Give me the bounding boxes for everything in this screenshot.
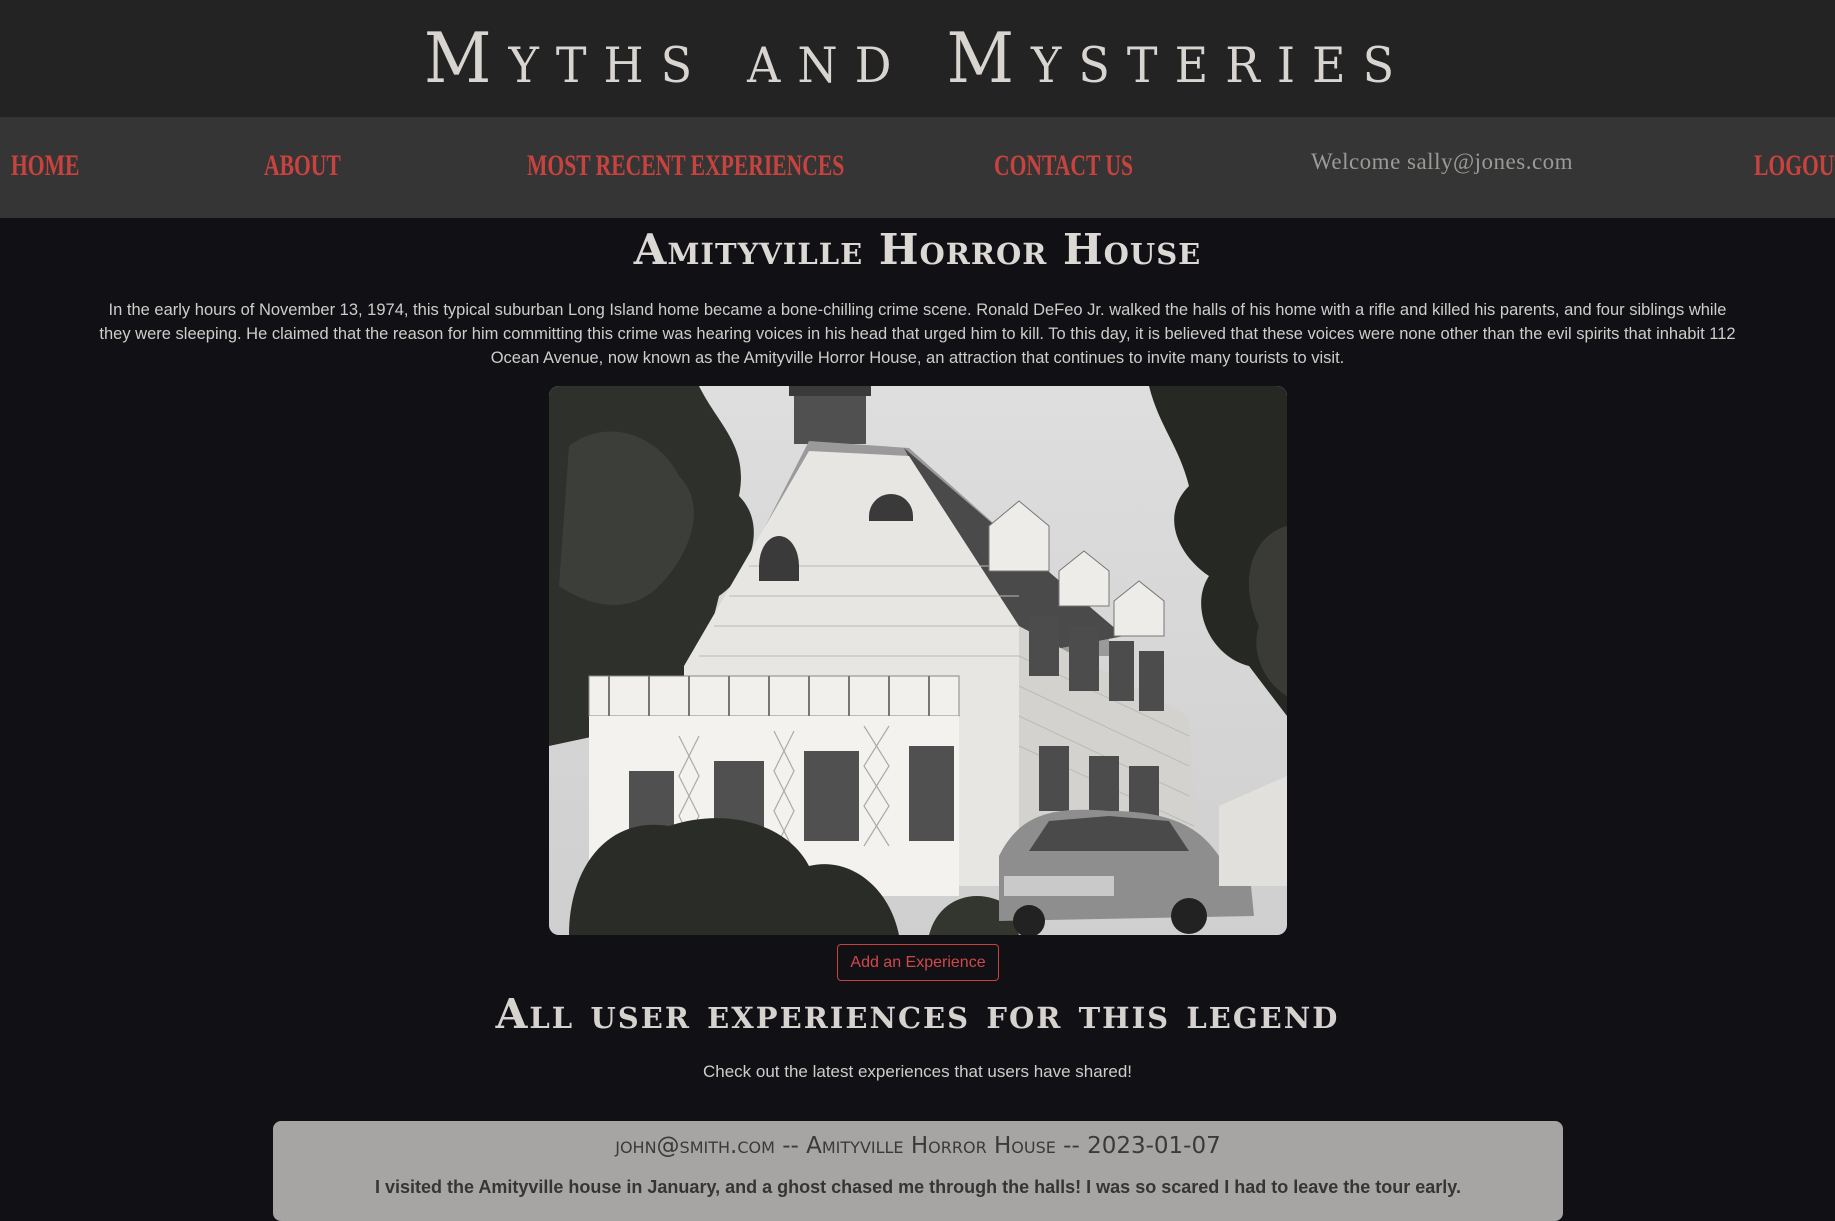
- legend-title: Amityville Horror House: [633, 225, 1202, 274]
- site-header: Myths and Mysteries: [0, 0, 1835, 117]
- experience-text: I visited the Amityville house in Januar…: [375, 1177, 1461, 1197]
- experiences-subheading: Check out the latest experiences that us…: [702, 1062, 1133, 1081]
- experience-meta: john@smith.com -- Amityville Horror Hous…: [615, 1133, 1221, 1159]
- add-experience-button[interactable]: Add an Experience: [837, 944, 999, 981]
- legend-description: In the early hours of November 13, 1974,…: [99, 301, 1736, 367]
- nav-logout-link[interactable]: Logout: [1754, 145, 1835, 187]
- main-nav: Home About Most Recent Experiences Conta…: [0, 117, 1835, 218]
- nav-recent-experiences-link[interactable]: Most Recent Experiences: [527, 145, 844, 187]
- experience-card: john@smith.com -- Amityville Horror Hous…: [273, 1121, 1563, 1221]
- legend-photo: [549, 386, 1287, 935]
- nav-contact-link[interactable]: Contact Us: [994, 145, 1133, 187]
- site-title: Myths and Mysteries: [423, 18, 1412, 99]
- welcome-text: Welcome sally@jones.com: [1311, 149, 1574, 174]
- nav-home-link[interactable]: Home: [11, 145, 79, 187]
- experiences-heading: All user experiences for this legend: [495, 990, 1340, 1038]
- house-photo-illustration: [549, 386, 1287, 935]
- nav-about-link[interactable]: About: [264, 145, 341, 187]
